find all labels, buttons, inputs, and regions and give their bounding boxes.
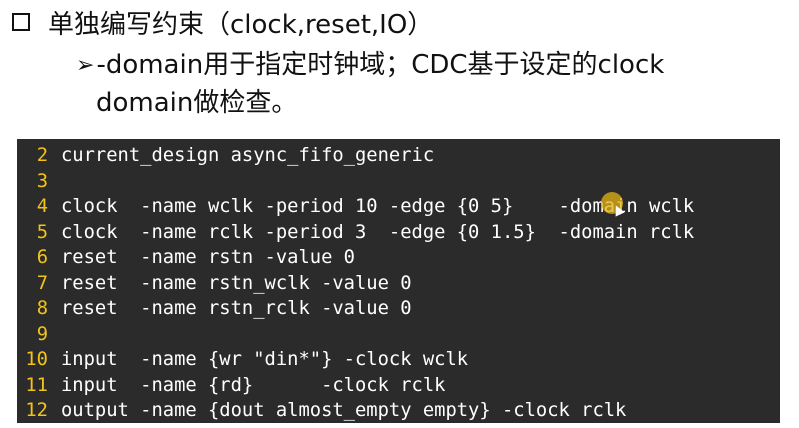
line-number: 2 (36, 145, 48, 166)
code-line: 2 current_design async_fifo_generic (17, 143, 780, 169)
slide: 单独编写约束（clock,reset,IO） ➢-domain用于指定时钟域；C… (0, 0, 799, 428)
code-line: 4 clock -name wclk -period 10 -edge {0 5}… (17, 194, 780, 220)
code-text: reset -name rstn_rclk -value 0 (61, 298, 412, 319)
line-number: 3 (36, 170, 48, 192)
code-text: current_design async_fifo_generic (61, 145, 435, 166)
line-number: 11 (25, 374, 48, 396)
checkbox-icon (12, 13, 30, 31)
code-text: reset -name rstn_wclk -value 0 (61, 272, 412, 294)
code-line: 10 input -name {wr "din*"} -clock wclk (17, 347, 780, 373)
line-number: 12 (25, 400, 48, 421)
code-line: 7 reset -name rstn_wclk -value 0 (17, 271, 780, 297)
sub-bullet-line1: -domain用于指定时钟域；CDC基于设定的clock (96, 50, 665, 80)
code-text: clock -name rclk -period 3 -edge {0 1.5}… (61, 221, 695, 243)
sub-bullet-line2: domain做检查。 (96, 88, 298, 118)
code-line: 9 (17, 322, 780, 348)
code-line: 3 (17, 169, 780, 195)
code-block: 2 current_design async_fifo_generic 3 4 cl… (17, 139, 780, 423)
sub-bullet: ➢-domain用于指定时钟域；CDC基于设定的clock (76, 46, 664, 85)
line-number: 7 (36, 272, 48, 294)
code-text: output -name {dout almost_empty empty} -… (61, 400, 627, 421)
arrow-icon: ➢ (76, 53, 95, 78)
line-number: 8 (36, 298, 48, 319)
code-text: input -name {wr "din*"} -clock wclk (61, 349, 469, 370)
code-line: 8 reset -name rstn_rclk -value 0 (17, 296, 780, 322)
line-number: 6 (36, 247, 48, 268)
code-text: clock -name wclk -period 10 -edge {0 5} … (61, 196, 695, 217)
code-text: input -name {rd} -clock rclk (61, 374, 446, 396)
code-line: 6 reset -name rstn -value 0 (17, 245, 780, 271)
heading-bullet: 单独编写约束（clock,reset,IO） (12, 4, 433, 40)
code-text: reset -name rstn -value 0 (61, 247, 355, 268)
sub-bullet-continuation: domain做检查。 (96, 84, 297, 122)
line-number: 4 (36, 196, 48, 217)
code-line: 11 input -name {rd} -clock rclk (17, 373, 780, 399)
heading-text: 单独编写约束（clock,reset,IO） (48, 9, 434, 40)
line-number: 5 (36, 221, 48, 243)
code-line: 12 output -name {dout almost_empty empty}… (17, 398, 780, 424)
code-line: 5 clock -name rclk -period 3 -edge {0 1.5… (17, 220, 780, 246)
line-number: 9 (36, 323, 48, 345)
line-number: 10 (25, 349, 48, 370)
